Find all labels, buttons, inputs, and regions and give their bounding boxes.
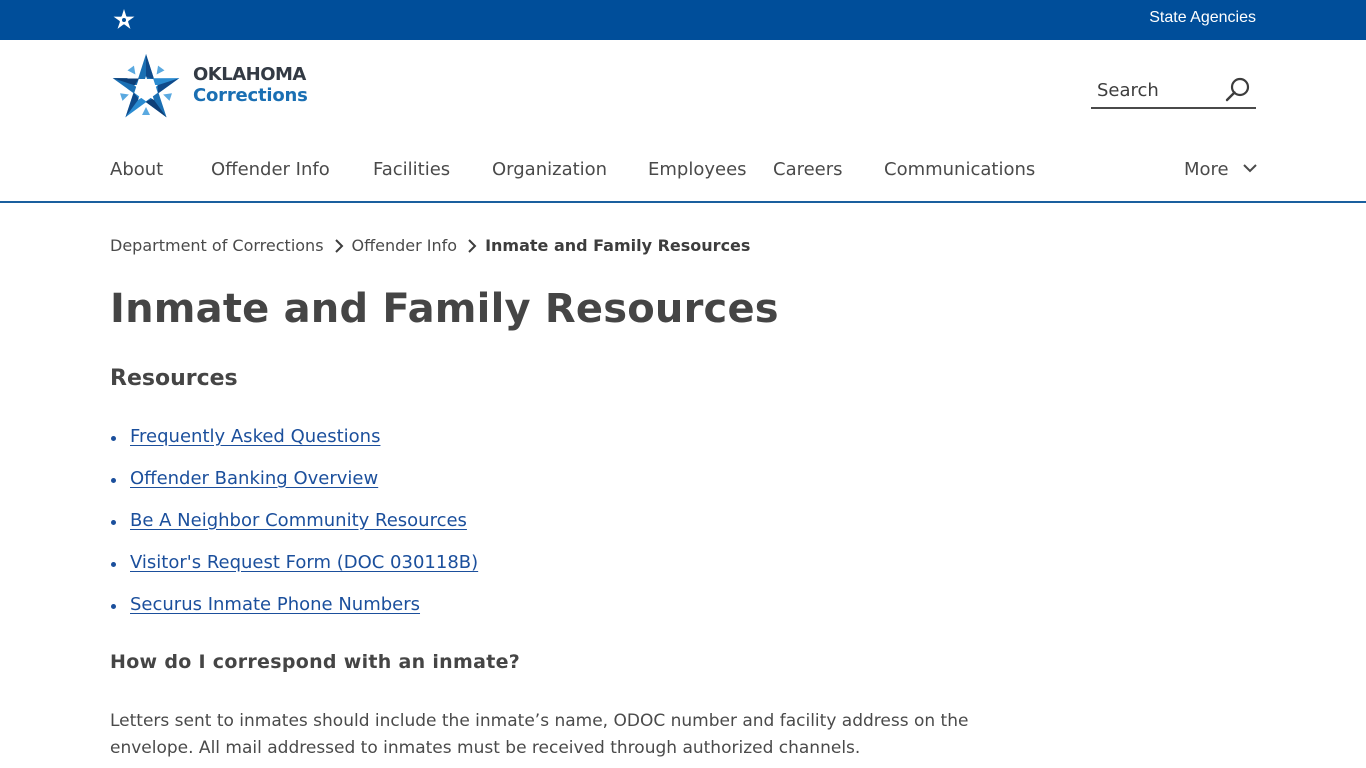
breadcrumb: Department of Corrections Offender Info In… [110,236,750,255]
chevron-right-icon [468,238,477,253]
site-search [1091,74,1256,109]
nav-item-about[interactable]: About [110,159,163,180]
breadcrumb-link-offender-info[interactable]: Offender Info [352,236,458,255]
correspondence-paragraph: Letters sent to inmates should include t… [110,711,969,758]
nav-item-more[interactable]: More [1184,159,1257,180]
nav-item-organization[interactable]: Organization [492,159,607,180]
state-agencies-link[interactable]: State Agencies [1149,9,1256,27]
bullet-icon [111,604,116,609]
bullet-icon [111,436,116,441]
offender-banking-link[interactable]: Offender Banking Overview [130,468,378,489]
main-navigation: About Offender Info Facilities Organizat… [0,150,1366,203]
list-item: Frequently Asked Questions [110,426,478,468]
search-icon [1225,77,1250,102]
state-top-bar: State Agencies [0,0,1366,40]
search-input[interactable] [1097,78,1217,102]
bullet-icon [111,478,116,483]
chevron-right-icon [334,238,343,253]
logo-line-2: Corrections [193,85,308,106]
search-button[interactable] [1224,76,1252,104]
breadcrumb-link-doc[interactable]: Department of Corrections [110,236,324,255]
visitor-request-form-link[interactable]: Visitor's Request Form (DOC 030118B) [130,552,478,573]
list-item: Offender Banking Overview [110,468,478,510]
nav-item-careers[interactable]: Careers [773,159,843,180]
chevron-down-icon [1242,164,1257,173]
nav-item-offender-info[interactable]: Offender Info [211,159,330,180]
page-title: Inmate and Family Resources [110,286,779,332]
site-logo[interactable]: OKLAHOMA Corrections [110,53,320,125]
nav-item-employees[interactable]: Employees [648,159,747,180]
nav-item-communications[interactable]: Communications [884,159,1035,180]
list-item: Be A Neighbor Community Resources [110,510,478,552]
faq-link[interactable]: Frequently Asked Questions [130,426,380,447]
section-heading: Resources [110,366,238,391]
be-a-neighbor-link[interactable]: Be A Neighbor Community Resources [130,510,467,531]
nav-item-facilities[interactable]: Facilities [373,159,450,180]
logo-line-1: OKLAHOMA [193,64,306,85]
nav-more-label: More [1184,159,1229,180]
securus-phone-numbers-link[interactable]: Securus Inmate Phone Numbers [130,594,420,615]
resource-links-list: Frequently Asked Questions Offender Bank… [110,426,478,636]
bullet-icon [111,520,116,525]
oklahoma-star-icon[interactable] [112,8,136,32]
bullet-icon [111,562,116,567]
correspondence-heading: How do I correspond with an inmate? [110,651,521,673]
list-item: Visitor's Request Form (DOC 030118B) [110,552,478,594]
breadcrumb-current: Inmate and Family Resources [485,236,751,255]
oklahoma-star-icon [112,54,180,118]
list-item: Securus Inmate Phone Numbers [110,594,478,636]
